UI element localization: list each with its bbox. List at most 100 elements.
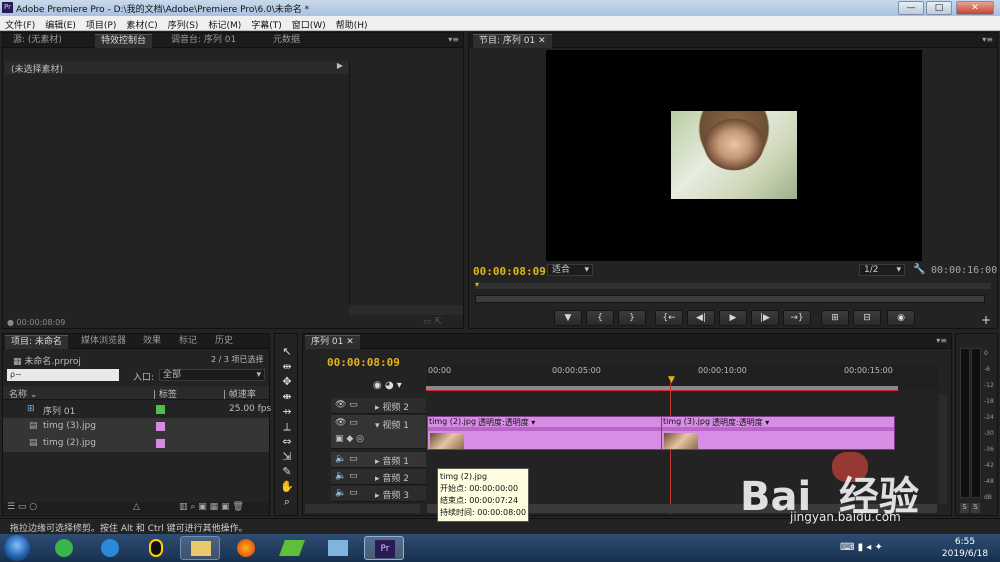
maximize-button[interactable]: □ [926,1,952,15]
wrench-icon[interactable]: 🔧 [913,264,925,275]
project-actions-icons[interactable]: ▥ ⌕ ▣ ▦ ▣ 🗑 [179,502,244,512]
taskbar-app-green[interactable] [272,536,312,560]
menu-title[interactable]: 字幕(T) [246,16,287,31]
menu-window[interactable]: 窗口(W) [287,16,331,31]
snap-icons[interactable]: ◉ ◕ ▾ [373,380,402,391]
menu-project[interactable]: 项目(P) [81,16,121,31]
eye-icon[interactable]: 👁 ▭ [335,400,358,410]
tab-metadata[interactable]: 元数据 [267,34,306,48]
fit-dropdown[interactable]: 适合 ▾ [547,264,593,276]
speaker-icon[interactable]: 🔈 ▭ [335,454,358,464]
list-item[interactable]: ⊞ 序列 01 25.00 fps [3,401,271,418]
work-area-bar[interactable] [426,386,898,391]
project-panel: 项目: 未命名 媒体浏览器 效果 标记 历史 ▦ 未命名.prproj 2 / … [2,333,271,516]
step-back-button[interactable]: ◀| [687,310,715,326]
list-view-icon[interactable]: ☰ ▭ ○ [7,502,37,512]
start-button[interactable] [4,535,30,561]
program-viewer[interactable] [546,50,922,261]
extract-button[interactable]: ⊟ [853,310,881,326]
play-button[interactable]: ▶ [719,310,747,326]
list-item[interactable]: ▤ timg (3).jpg [3,418,269,435]
mini-timeline-scroll[interactable] [349,305,463,315]
column-name[interactable]: 名称 ⌄ [9,387,37,400]
tab-sequence[interactable]: 序列 01 ✕ [305,335,360,349]
tab-source[interactable]: 源: (无素材) [7,34,68,48]
panel-menu-icon[interactable]: ▾≡ [448,35,459,44]
project-search-input[interactable]: ρ~ [7,369,119,381]
tray-clock[interactable]: 6:55 2019/6/18 [935,536,995,560]
track-header-video1[interactable]: 👁 ▭ ▾ 视频 1 ▣ ◆ ◎ [331,415,426,449]
minimize-button[interactable]: — [898,1,924,15]
tab-history[interactable]: 历史 [209,335,239,349]
expand-arrow-icon[interactable]: ▶ [337,61,343,70]
menu-file[interactable]: 文件(F) [0,16,40,31]
status-text: 拖拉边缘可选择修剪。按住 Alt 和 Ctrl 键可进行其他操作。 [10,524,248,534]
menu-sequence[interactable]: 序列(S) [163,16,204,31]
speaker-icon[interactable]: 🔈 ▭ [335,488,358,498]
time-ruler[interactable]: 00:00 00:00:05:00 00:00:10:00 00:00:15:0… [426,364,938,391]
add-marker-button[interactable]: ▼ [554,310,582,326]
tray-icons[interactable]: ⌨ ▮ ◂ ✦ [840,542,883,553]
list-item[interactable]: ▤ timg (2).jpg [3,435,269,452]
track-header-audio1[interactable]: 🔈 ▭ ▸ 音频 1 [331,452,426,468]
menu-clip[interactable]: 素材(C) [121,16,162,31]
taskbar-app-explorer[interactable] [180,536,220,560]
export-frame-button[interactable]: ◉ [887,310,915,326]
go-to-out-button[interactable]: →} [783,310,811,326]
taskbar-app-qq[interactable] [136,536,176,560]
menu-help[interactable]: 帮助(H) [331,16,373,31]
tab-media-browser[interactable]: 媒体浏览器 [75,335,132,349]
track-header-audio3[interactable]: 🔈 ▭ ▸ 音频 3 [331,486,426,502]
taskbar-app-premiere[interactable]: Pr [364,536,404,560]
clip-tooltip: timg (2).jpg 开始点: 00:00:00:00 结束点: 00:00… [437,468,529,522]
tab-effect-controls[interactable]: 特效控制台 [95,34,153,48]
close-button[interactable]: ✕ [956,1,994,15]
resolution-dropdown[interactable]: 1/2 ▾ [859,264,905,276]
add-button-icon[interactable]: + [981,313,991,327]
timeline-timecode[interactable]: 00:00:08:09 [327,356,400,369]
left-channel-meter [960,348,970,498]
effect-export-icons[interactable]: ▭ ⇱ [423,317,442,327]
lift-button[interactable]: ⊞ [821,310,849,326]
mark-out-button[interactable]: } [618,310,646,326]
entry-dropdown[interactable]: 全部 ▾ [159,369,265,381]
keyframe-icons[interactable]: ▣ ◆ ◎ [335,434,364,444]
tab-program[interactable]: 节目: 序列 01 ✕ [473,34,552,48]
playhead-icon[interactable]: ▾ [475,280,479,289]
taskbar-app-browser[interactable] [90,536,130,560]
clip-timg-2[interactable]: timg (2).jpg 透明度:透明度 ▾ [427,416,663,450]
panel-menu-icon[interactable]: ▾≡ [936,336,947,345]
step-forward-button[interactable]: |▶ [751,310,779,326]
menu-edit[interactable]: 编辑(E) [40,16,81,31]
menu-marker[interactable]: 标记(M) [203,16,246,31]
track-header-video2[interactable]: 👁 ▭ ▸ 视频 2 [331,398,426,414]
taskbar-app-360[interactable] [44,536,84,560]
tab-project[interactable]: 项目: 未命名 [5,335,68,349]
mark-in-button[interactable]: { [586,310,614,326]
taskbar-app-tool[interactable] [318,536,358,560]
program-time-ruler[interactable]: ▾ [475,280,991,289]
zoom-slider-icon[interactable]: △ [133,502,140,512]
tool-buttons[interactable]: ↖ ⇹ ✥ ⇼ ⇸ ⟂ ⇔ ⇲ ✎ ✋ ⌕ [280,344,294,509]
tab-markers[interactable]: 标记 [173,335,203,349]
program-zoom-bar[interactable] [475,295,985,303]
entry-label: 入口: [133,373,155,383]
tab-audio-mixer[interactable]: 调音台: 序列 01 [165,34,242,48]
speaker-icon[interactable]: 🔈 ▭ [335,471,358,481]
tab-effects[interactable]: 效果 [137,335,167,349]
clip-timg-3[interactable]: timg (3).jpg 透明度:透明度 ▾ [661,416,895,450]
go-to-in-button[interactable]: {← [655,310,683,326]
label-swatch [156,422,165,431]
taskbar-app-firefox[interactable] [226,536,266,560]
eye-icon[interactable]: 👁 ▭ [335,418,358,428]
column-label[interactable]: | 标签 [153,387,177,400]
program-current-timecode[interactable]: 00:00:08:09 [473,265,546,278]
panel-menu-icon[interactable]: ▾≡ [982,35,993,44]
solo-left-button[interactable]: S [960,503,969,513]
clip-thumbnail [664,433,698,449]
track-header-audio2[interactable]: 🔈 ▭ ▸ 音频 2 [331,469,426,485]
vertical-scrollbar[interactable] [939,394,947,504]
column-framerate[interactable]: | 帧速率 [223,387,256,400]
solo-right-button[interactable]: S [971,503,980,513]
header-zoom-bar[interactable] [305,504,420,513]
